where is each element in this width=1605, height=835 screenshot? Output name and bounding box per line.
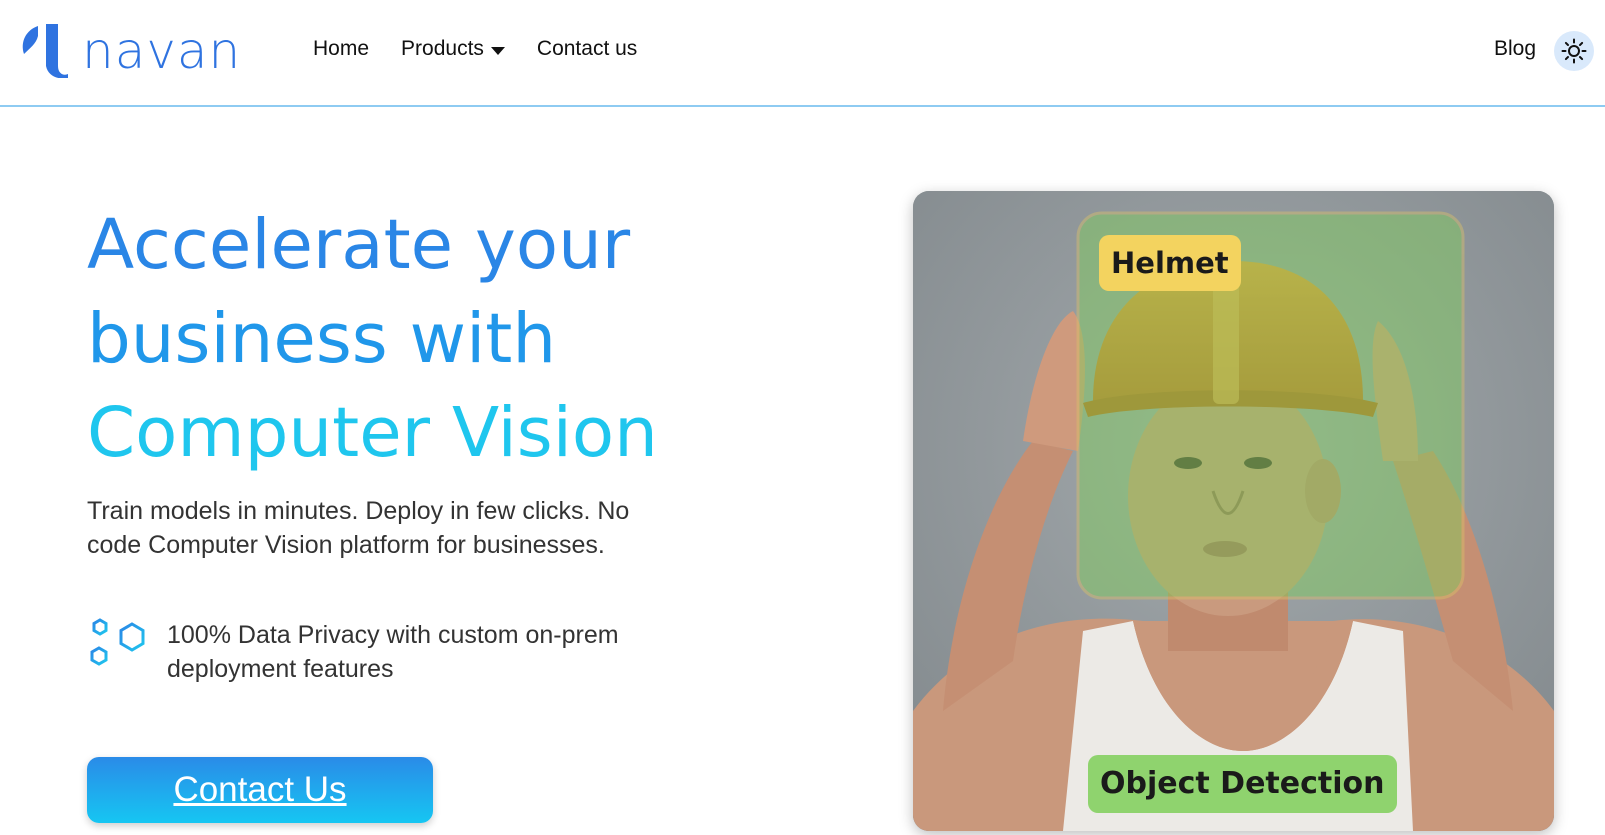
navan-logo[interactable]: navan: [20, 24, 241, 78]
theme-toggle-button[interactable]: [1554, 31, 1594, 71]
privacy-feature-text: 100% Data Privacy with custom on-prem de…: [167, 621, 619, 683]
nav-contact-us[interactable]: Contact us: [537, 37, 637, 61]
nav-home[interactable]: Home: [313, 37, 369, 61]
chevron-down-icon: [490, 46, 505, 55]
sun-icon: [1561, 38, 1587, 64]
logo-wordmark: navan: [82, 22, 242, 80]
privacy-feature: 100% Data Privacy with custom on-prem de…: [87, 618, 687, 686]
detection-label-helmet: Helmet: [1099, 235, 1241, 291]
hero-title-line-3: Computer Vision: [87, 393, 658, 473]
main-nav: Home Products Contact us: [313, 37, 669, 61]
contact-us-button[interactable]: Contact Us: [87, 757, 433, 823]
object-detection-demo-image: Helmet Object Detection: [913, 191, 1554, 831]
nav-blog[interactable]: Blog: [1494, 37, 1536, 61]
nav-products[interactable]: Products: [401, 37, 505, 61]
hero-subtitle: Train models in minutes. Deploy in few c…: [87, 497, 630, 559]
object-detection-caption: Object Detection: [1088, 755, 1397, 813]
hexagons-icon: [90, 618, 145, 666]
hero-title-line-1: Accelerate your: [87, 205, 631, 285]
leaf-logo-icon: [22, 24, 68, 78]
hero-title: Accelerate your business with Computer V…: [87, 198, 787, 480]
site-header: navan Home Products Contact us Blog: [0, 0, 1605, 107]
nav-products-label: Products: [401, 37, 484, 60]
hero-title-line-2: business with: [87, 299, 557, 379]
